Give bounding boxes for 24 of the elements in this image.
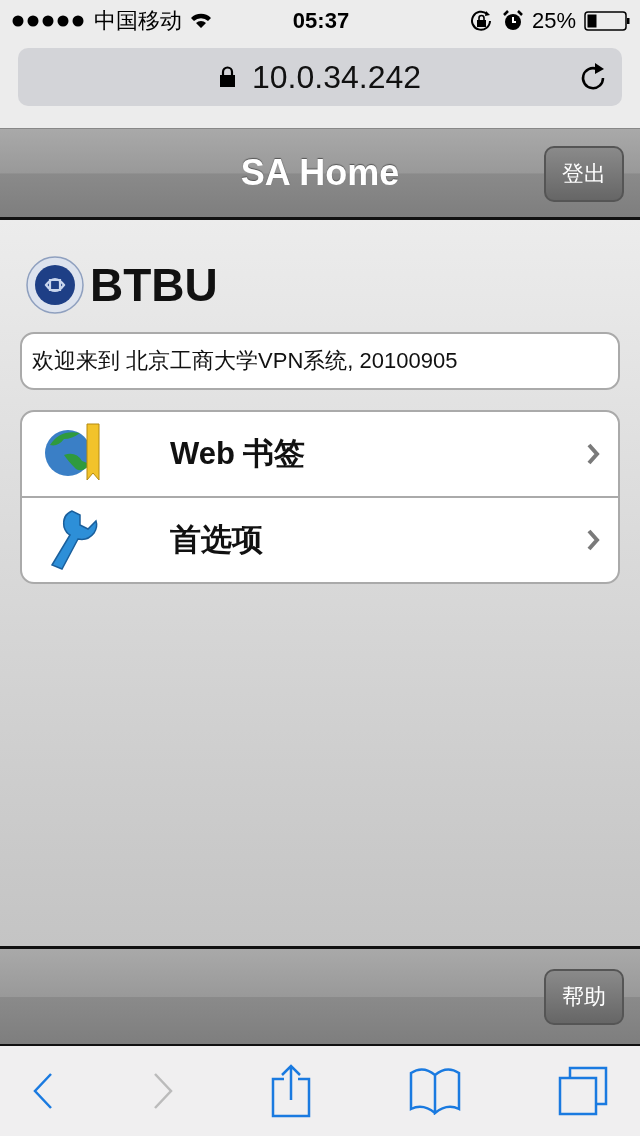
bookmarks-icon[interactable]	[408, 1067, 461, 1115]
menu-item[interactable]: Web 书签	[22, 412, 618, 496]
battery-icon	[584, 11, 630, 31]
wifi-icon	[190, 13, 212, 29]
chevron-icon	[586, 528, 600, 552]
menu-item[interactable]: 首选项	[22, 496, 618, 582]
share-icon[interactable]	[271, 1064, 311, 1118]
seal-icon	[26, 256, 84, 314]
help-button[interactable]: 帮助	[544, 968, 624, 1025]
chevron-icon	[586, 442, 600, 466]
lock-icon	[218, 66, 236, 88]
back-icon[interactable]	[32, 1072, 54, 1110]
signal-icon	[12, 15, 86, 27]
page-title: SA Home	[240, 152, 400, 194]
carrier-name: 中国移动	[94, 7, 182, 35]
welcome-message: 欢迎来到 北京工商大学VPN系统, 20100905	[20, 332, 620, 390]
logo-text: BTBU	[90, 258, 218, 312]
logout-button[interactable]: 登出	[544, 146, 624, 202]
clock-time: 05:37	[292, 8, 350, 34]
address-bar[interactable]: 10.0.34.242	[18, 48, 622, 106]
alarm-icon	[501, 10, 524, 32]
battery-percent: 25%	[531, 8, 576, 34]
rotation-lock-icon	[469, 10, 494, 32]
tabs-icon[interactable]	[558, 1066, 608, 1116]
